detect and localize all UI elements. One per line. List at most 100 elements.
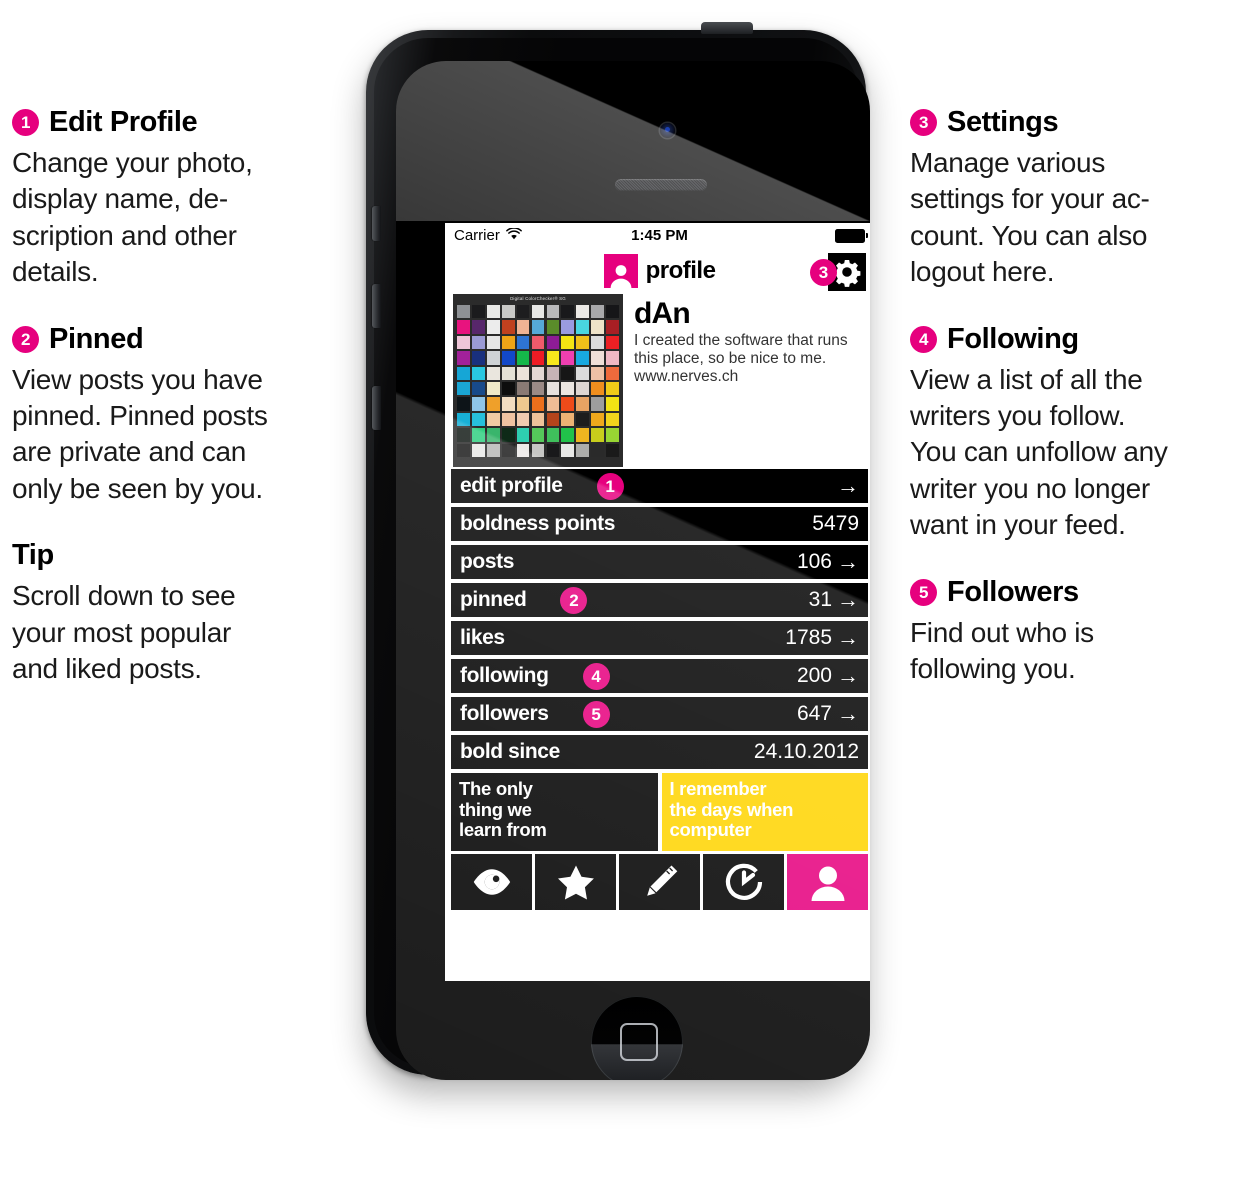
stat-row-following[interactable]: following 4 200 → bbox=[451, 659, 868, 693]
colorchecker-patch bbox=[576, 443, 590, 457]
annotation-block: 5 Followers Find out who is following you. bbox=[910, 575, 1239, 688]
callout-badge-2: 2 bbox=[12, 325, 39, 353]
arrow-right-icon: → bbox=[837, 663, 859, 688]
annotation-line: details. bbox=[12, 256, 99, 288]
stat-row-boldness-points[interactable]: boldness points 5479 bbox=[451, 507, 868, 541]
annotation-line: your most popular bbox=[12, 616, 232, 648]
colorchecker-patch bbox=[561, 305, 575, 319]
annotation-heading: 5 Followers bbox=[910, 575, 1239, 608]
post-tile-line: thing we bbox=[459, 798, 532, 820]
profile-bio-line[interactable]: www.nerves.ch bbox=[634, 368, 865, 386]
colorchecker-patch bbox=[561, 428, 575, 442]
annotation-title: Pinned bbox=[49, 322, 144, 355]
stat-row-value: 31 bbox=[808, 588, 832, 611]
colorchecker-patch bbox=[591, 412, 605, 427]
annotation-block: 3 Settings Manage various settings for your… bbox=[910, 108, 1239, 291]
annotation-title: Followers bbox=[947, 575, 1079, 608]
colorchecker-patch bbox=[457, 382, 470, 396]
power-button[interactable] bbox=[701, 22, 753, 34]
colorchecker-patch bbox=[531, 443, 545, 457]
stat-row-edit-profile[interactable]: edit profile 1 → bbox=[451, 469, 868, 503]
mute-switch[interactable] bbox=[372, 206, 381, 241]
colorchecker-patch bbox=[486, 335, 500, 350]
colorchecker-patch bbox=[471, 366, 485, 380]
colorchecker-patch bbox=[576, 382, 590, 396]
post-tile-line: learn from bbox=[459, 819, 547, 841]
colorchecker-patch bbox=[606, 382, 619, 396]
colorchecker-patch bbox=[546, 366, 560, 380]
star-icon bbox=[557, 864, 595, 900]
colorchecker-patch bbox=[501, 382, 515, 396]
profile-header: Digital ColorChecker® SG dAn I created t… bbox=[445, 294, 870, 469]
tab-person[interactable] bbox=[787, 854, 868, 910]
colorchecker-patch bbox=[486, 428, 500, 442]
stat-row-posts[interactable]: posts 106 → bbox=[451, 545, 868, 579]
colorchecker-patch bbox=[531, 366, 545, 380]
colorchecker-patch bbox=[486, 412, 500, 427]
tab-pencil[interactable] bbox=[619, 854, 700, 910]
annotation-line: settings for your ac- bbox=[910, 183, 1150, 215]
colorchecker-patch bbox=[576, 351, 590, 365]
colorchecker-patch bbox=[457, 320, 470, 334]
annotation-line: Manage various bbox=[910, 147, 1106, 178]
profile-bio: I created the software that runs this pla… bbox=[634, 332, 865, 387]
colorchecker-patch bbox=[591, 382, 605, 396]
stat-row-likes[interactable]: likes 1785 → bbox=[451, 621, 868, 655]
post-tile-line: the days when bbox=[669, 798, 794, 820]
colorchecker-patch bbox=[531, 351, 545, 365]
pencil-icon bbox=[641, 864, 679, 900]
colorchecker-patch bbox=[546, 305, 560, 319]
annotation-block: 1 Edit Profile Change your photo, display n… bbox=[12, 108, 352, 291]
stat-row-right: 200 → bbox=[797, 664, 859, 688]
annotations-left-column: 1 Edit Profile Change your photo, display n… bbox=[12, 108, 352, 721]
stat-row-value: 1785 bbox=[785, 626, 832, 649]
home-button[interactable] bbox=[591, 996, 683, 1080]
settings-button[interactable]: 3 bbox=[801, 253, 866, 291]
arrow-right-icon: → bbox=[837, 473, 859, 498]
stat-row-label: posts bbox=[460, 550, 515, 573]
annotation-line: logout here. bbox=[910, 256, 1055, 288]
avatar[interactable]: Digital ColorChecker® SG bbox=[453, 294, 623, 467]
stat-row-label: bold since bbox=[460, 740, 560, 763]
volume-down-button[interactable] bbox=[372, 386, 381, 430]
stat-row-value: 106 bbox=[796, 550, 832, 573]
status-bar-time: 1:45 PM bbox=[631, 227, 688, 244]
person-icon bbox=[810, 863, 846, 901]
annotation-body: View a list of all the writers you follow… bbox=[910, 362, 1239, 544]
colorchecker-patch bbox=[576, 397, 590, 411]
profile-bio-line: this place, so be nice to me. bbox=[634, 349, 827, 367]
annotation-title: Following bbox=[947, 322, 1079, 355]
front-camera-icon bbox=[660, 123, 675, 138]
stat-row-followers[interactable]: followers 5 647 → bbox=[451, 697, 868, 731]
tab-clock[interactable] bbox=[703, 854, 784, 910]
colorchecker-patch bbox=[457, 366, 470, 380]
screen-gloss-top bbox=[396, 61, 870, 221]
stat-row-pinned[interactable]: pinned 2 31 → bbox=[451, 583, 868, 617]
colorchecker-patch bbox=[576, 428, 590, 442]
stat-row-right: 1785 → bbox=[785, 626, 859, 650]
colorchecker-patch bbox=[486, 351, 500, 365]
post-tile[interactable]: I remember the days when computer bbox=[661, 773, 868, 851]
colorchecker-patch bbox=[501, 320, 515, 334]
arrow-right-icon: → bbox=[837, 701, 859, 726]
annotation-line: You can unfollow any bbox=[910, 436, 1168, 468]
colorchecker-patch bbox=[457, 305, 470, 319]
colorchecker-patch bbox=[546, 351, 560, 365]
profile-bio-line: I created the software that runs bbox=[634, 331, 848, 349]
annotation-heading: 1 Edit Profile bbox=[12, 108, 352, 137]
annotation-line: are private and can bbox=[12, 436, 247, 468]
colorchecker-patch bbox=[471, 305, 485, 319]
volume-up-button[interactable] bbox=[372, 284, 381, 328]
stats-list: edit profile 1 → boldness points 5479 posts 10… bbox=[445, 469, 870, 769]
tab-eye[interactable] bbox=[451, 854, 532, 910]
post-tile[interactable]: The only thing we learn from bbox=[451, 773, 658, 851]
colorchecker-patch bbox=[531, 335, 545, 350]
annotation-body: Find out who is following you. bbox=[910, 615, 1239, 688]
colorchecker-patch bbox=[486, 443, 500, 457]
tab-star[interactable] bbox=[535, 854, 616, 910]
stat-row-bold-since[interactable]: bold since 24.10.2012 bbox=[451, 735, 868, 769]
annotation-line: scription and other bbox=[12, 219, 237, 251]
annotation-body: Scroll down to see your most popular and l… bbox=[12, 578, 352, 687]
colorchecker-patch bbox=[546, 443, 560, 457]
colorchecker-patch bbox=[501, 335, 515, 350]
